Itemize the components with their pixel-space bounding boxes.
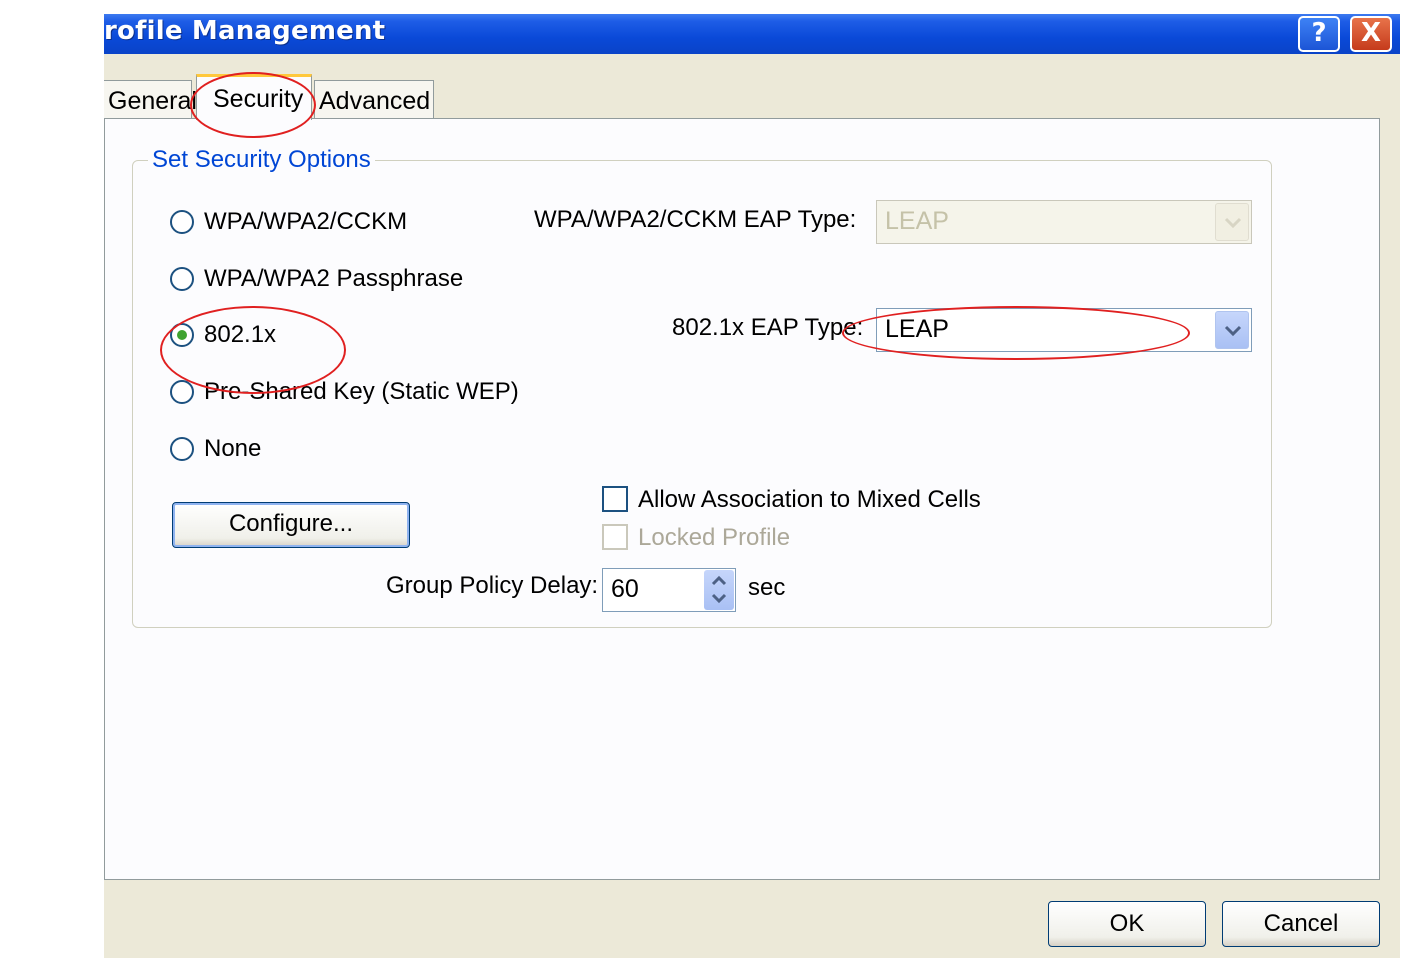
- radio-button[interactable]: [170, 380, 194, 404]
- radio-label: WPA/WPA2 Passphrase: [204, 265, 464, 292]
- radio-button[interactable]: [170, 437, 194, 461]
- group-policy-delay-label: Group Policy Delay:: [386, 572, 599, 599]
- tab-general[interactable]: General: [104, 80, 197, 118]
- spinner-value[interactable]: 60: [611, 575, 639, 604]
- tab-advanced[interactable]: Advanced: [314, 80, 434, 118]
- wpa-eap-type-label: WPA/WPA2/CCKM EAP Type:: [534, 206, 857, 233]
- cancel-button[interactable]: Cancel: [1222, 901, 1380, 947]
- chevron-down-icon[interactable]: [1215, 311, 1249, 349]
- spin-up-icon: [711, 575, 727, 586]
- radio-button[interactable]: [170, 210, 194, 234]
- window-title: rofile Management: [104, 16, 386, 46]
- spin-down-icon: [711, 593, 727, 604]
- group-title: Set Security Options: [148, 146, 375, 174]
- close-button[interactable]: X: [1350, 16, 1392, 52]
- dot1x-eap-type-select[interactable]: LEAP: [876, 308, 1252, 352]
- select-value: LEAP: [885, 207, 949, 235]
- ok-button[interactable]: OK: [1048, 901, 1206, 947]
- radio-label: 802.1x: [204, 321, 277, 348]
- chevron-down-icon: [1215, 203, 1249, 241]
- radio-button[interactable]: [170, 267, 194, 291]
- group-policy-unit: sec: [748, 574, 786, 601]
- title-bar[interactable]: rofile Management ? X: [104, 14, 1400, 54]
- locked-profile-checkbox: [602, 524, 628, 550]
- configure-button[interactable]: Configure...: [172, 502, 410, 548]
- allow-mixed-cells-checkbox[interactable]: [602, 486, 628, 512]
- radio-selected-dot: [177, 330, 187, 340]
- select-value: LEAP: [885, 315, 949, 343]
- radio-label: None: [204, 435, 262, 462]
- radio-label: WPA/WPA2/CCKM: [204, 208, 408, 235]
- spinner-buttons[interactable]: [704, 570, 734, 610]
- radio-label: Pre-Shared Key (Static WEP): [204, 378, 519, 405]
- help-button[interactable]: ?: [1298, 16, 1340, 52]
- locked-profile-label: Locked Profile: [638, 524, 791, 551]
- tab-security[interactable]: Security: [196, 74, 312, 120]
- wpa-eap-type-select: LEAP: [876, 200, 1252, 244]
- allow-mixed-cells-label: Allow Association to Mixed Cells: [638, 486, 981, 513]
- group-policy-delay-spinner[interactable]: 60: [602, 568, 736, 612]
- dot1x-eap-type-label: 802.1x EAP Type:: [672, 314, 864, 341]
- radio-button-selected[interactable]: [170, 323, 194, 347]
- profile-management-window: rofile Management ? X General Advanced S…: [104, 14, 1400, 958]
